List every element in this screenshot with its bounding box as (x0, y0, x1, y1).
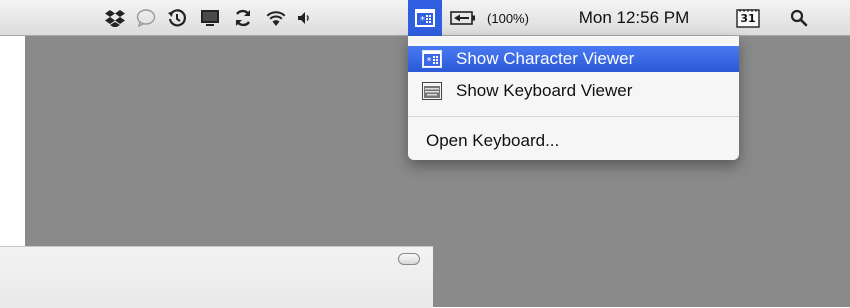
toolbar-toggle-button[interactable] (398, 253, 420, 265)
window-titlebar (0, 246, 433, 308)
battery-percent[interactable]: (100%) (480, 0, 536, 36)
keyboard-viewer-icon (422, 82, 442, 100)
menu-item-label: Show Character Viewer (456, 49, 635, 68)
time-machine-icon[interactable] (164, 0, 190, 36)
menu-item-show-keyboard-viewer[interactable]: Show Keyboard Viewer (408, 78, 739, 104)
calendar-day: 31 (740, 12, 756, 25)
display-icon[interactable] (197, 0, 223, 36)
menu-item-label: Open Keyboard... (426, 131, 560, 150)
calendar-icon[interactable]: 31 (734, 0, 762, 36)
speech-bubble-icon[interactable] (133, 0, 159, 36)
svg-text:*: * (427, 56, 432, 67)
sync-icon[interactable] (230, 0, 256, 36)
input-menu-dropdown: * Show Character Viewer Show Keyboard Vi… (408, 36, 739, 160)
dropbox-icon[interactable] (102, 0, 128, 36)
svg-text:*: * (420, 15, 425, 26)
menu-item-show-character-viewer[interactable]: * Show Character Viewer (408, 46, 739, 72)
menu-bar: * (100%) Mon 12:56 PM 31 (0, 0, 850, 36)
wifi-icon[interactable] (262, 0, 290, 36)
menu-separator (408, 116, 739, 117)
battery-icon[interactable] (448, 0, 478, 36)
menu-item-label: Show Keyboard Viewer (456, 81, 633, 100)
spotlight-icon[interactable] (786, 0, 812, 36)
clock[interactable]: Mon 12:56 PM (545, 0, 723, 36)
input-menu-button[interactable]: * (408, 0, 442, 36)
character-viewer-icon: * (415, 9, 435, 27)
menu-item-open-keyboard[interactable]: Open Keyboard... (408, 128, 739, 154)
character-viewer-icon: * (422, 50, 442, 68)
volume-icon[interactable] (294, 0, 314, 36)
